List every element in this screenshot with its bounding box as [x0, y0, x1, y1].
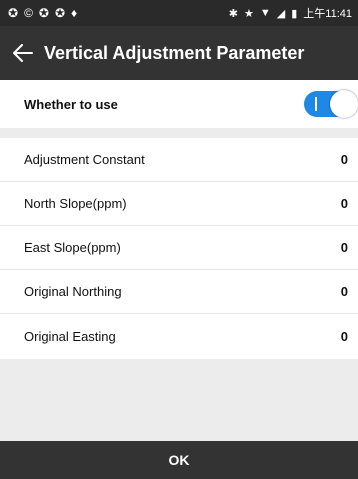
toggle-on-mark: [315, 97, 317, 111]
original-northing-value: 0: [340, 284, 348, 299]
page-title: Vertical Adjustment Parameter: [44, 42, 305, 63]
status-left-icons: ✪ © ✪ ✪ ♦: [8, 7, 77, 19]
list-item[interactable]: Original Easting 0: [0, 314, 358, 359]
notification-icon: ©: [24, 6, 33, 20]
original-northing-label: Original Northing: [24, 284, 122, 299]
bluetooth-icon: ✱: [228, 7, 238, 20]
list-item[interactable]: North Slope(ppm) 0: [0, 182, 358, 226]
signal-icon: ◢: [276, 7, 286, 20]
status-time: 上午11:41: [303, 8, 352, 20]
adjustment-constant-value: 0: [340, 152, 348, 167]
wifi-icon: ▼: [259, 7, 271, 19]
list-item[interactable]: Original Northing 0: [0, 270, 358, 314]
north-slope-label: North Slope(ppm): [24, 196, 127, 211]
east-slope-value: 0: [340, 240, 348, 255]
parameter-list: Adjustment Constant 0 North Slope(ppm) 0…: [0, 138, 358, 359]
original-easting-label: Original Easting: [24, 329, 116, 344]
list-item[interactable]: Adjustment Constant 0: [0, 138, 358, 182]
app-bar: Vertical Adjustment Parameter: [0, 26, 358, 80]
location-pin-icon: ♦: [71, 6, 78, 20]
notification-icon: ✪: [38, 6, 49, 20]
notification-icon: ✪: [54, 6, 66, 20]
status-right-icons: ✱ ★ ▼ ◢ ▮ 上午11:41: [229, 5, 352, 21]
north-slope-value: 0: [340, 196, 348, 211]
notification-icon: ✪: [8, 6, 19, 20]
ok-button[interactable]: OK: [0, 441, 358, 479]
whether-to-use-label: Whether to use: [24, 96, 118, 112]
battery-icon: ▮: [291, 7, 298, 20]
original-easting-value: 0: [340, 329, 348, 344]
arrow-left-icon[interactable]: [12, 42, 34, 64]
toggle-knob: [330, 90, 358, 118]
status-bar: ✪ © ✪ ✪ ♦ ✱ ★ ▼ ◢ ▮ 上午11:41: [0, 0, 358, 26]
whether-to-use-row: Whether to use: [0, 80, 358, 128]
whether-to-use-toggle[interactable]: [304, 90, 358, 118]
adjustment-constant-label: Adjustment Constant: [24, 152, 145, 167]
east-slope-label: East Slope(ppm): [24, 240, 121, 255]
star-icon: ★: [243, 7, 254, 20]
list-item[interactable]: East Slope(ppm) 0: [0, 226, 358, 270]
